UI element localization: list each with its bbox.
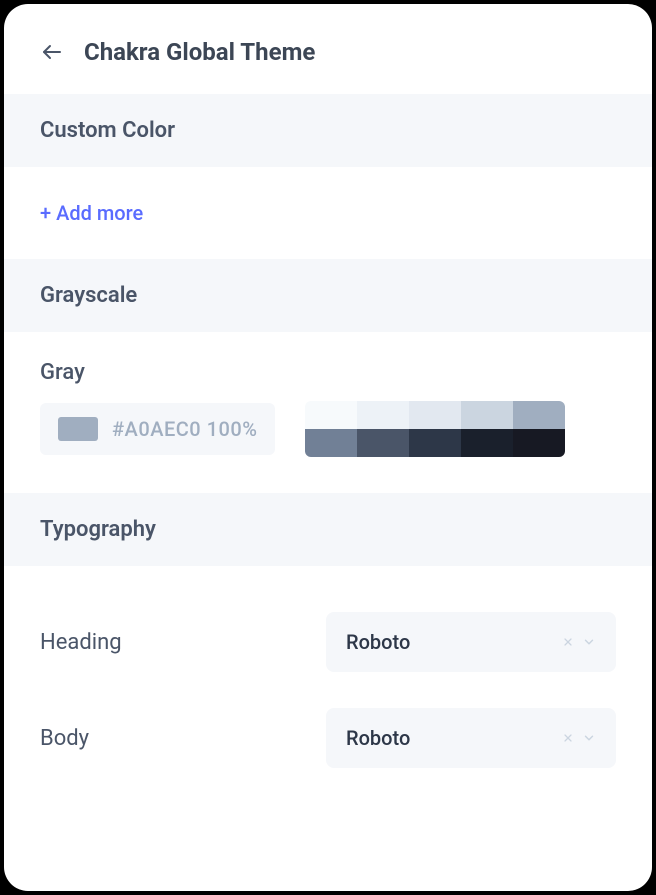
palette-swatch[interactable]: [305, 401, 357, 429]
palette-swatch[interactable]: [357, 401, 409, 429]
typography-section-header: Typography: [4, 493, 652, 566]
palette-swatch[interactable]: [305, 429, 357, 457]
chevron-down-icon[interactable]: [582, 731, 596, 745]
palette-swatch[interactable]: [409, 401, 461, 429]
page-title: Chakra Global Theme: [84, 38, 315, 66]
heading-font-label: Heading: [40, 630, 296, 655]
gray-hex-value: #A0AEC0 100%: [112, 417, 257, 441]
custom-color-body: + Add more: [4, 167, 652, 259]
body-font-value: Roboto: [346, 726, 410, 750]
body-font-select[interactable]: Roboto: [326, 708, 616, 768]
heading-font-select[interactable]: Roboto: [326, 612, 616, 672]
palette-swatch[interactable]: [409, 429, 461, 457]
palette-swatch[interactable]: [513, 401, 565, 429]
palette-swatch[interactable]: [461, 429, 513, 457]
gray-color-label: Gray: [4, 332, 652, 401]
theme-panel: Chakra Global Theme Custom Color + Add m…: [4, 4, 652, 891]
gray-swatch-icon: [58, 417, 98, 441]
clear-icon[interactable]: [562, 636, 574, 648]
panel-header: Chakra Global Theme: [4, 4, 652, 94]
palette-swatch[interactable]: [357, 429, 409, 457]
gray-color-input[interactable]: #A0AEC0 100%: [40, 403, 275, 455]
heading-font-value: Roboto: [346, 630, 410, 654]
gray-palette[interactable]: [305, 401, 565, 457]
body-font-row: Body Roboto: [4, 690, 652, 786]
palette-swatch[interactable]: [513, 429, 565, 457]
add-more-button[interactable]: + Add more: [40, 201, 143, 225]
back-arrow-icon[interactable]: [40, 40, 64, 64]
chevron-down-icon[interactable]: [582, 635, 596, 649]
clear-icon[interactable]: [562, 732, 574, 744]
palette-swatch[interactable]: [461, 401, 513, 429]
heading-font-row: Heading Roboto: [4, 594, 652, 690]
typography-body: Heading Roboto Body Roboto: [4, 566, 652, 786]
grayscale-section-header: Grayscale: [4, 259, 652, 332]
custom-color-section-header: Custom Color: [4, 94, 652, 167]
body-font-label: Body: [40, 726, 296, 751]
select-controls: [562, 635, 596, 649]
select-controls: [562, 731, 596, 745]
gray-color-row: #A0AEC0 100%: [4, 401, 652, 493]
